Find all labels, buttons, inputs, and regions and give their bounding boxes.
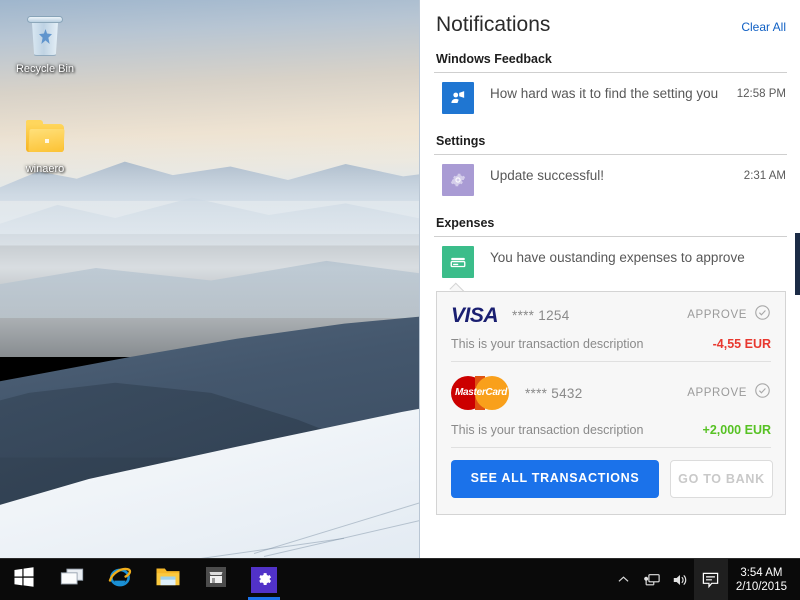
panel-scrollbar[interactable]	[795, 43, 800, 558]
card-mask: **** 5432	[525, 385, 583, 401]
transaction-header: MasterCard **** 5432 APPROVE	[451, 374, 771, 412]
desktop-icon-recycle-bin[interactable]: Recycle Bin	[6, 12, 84, 76]
card-pointer	[436, 282, 786, 302]
file-explorer-icon	[155, 565, 181, 594]
network-icon[interactable]	[638, 559, 666, 600]
action-center-panel: Notifications Clear All Windows Feedback…	[419, 0, 800, 558]
transaction-amount: -4,55 EUR	[712, 337, 771, 351]
notification-item-settings[interactable]: Update successful! 2:31 AM	[420, 155, 800, 207]
notification-time: 12:58 PM	[736, 88, 786, 100]
notification-time: 2:31 AM	[743, 170, 786, 182]
transaction-description: This is your transaction description	[451, 337, 644, 351]
check-circle-icon	[754, 304, 771, 326]
card-mask: **** 1254	[512, 307, 570, 323]
gear-icon	[251, 566, 277, 593]
mastercard-logo: MasterCard	[451, 374, 511, 412]
clock-time: 3:54 AM	[740, 566, 783, 579]
scrollbar-thumb[interactable]	[795, 233, 800, 295]
group-title-windows-feedback: Windows Feedback	[436, 52, 552, 66]
visa-logo: VISA	[451, 303, 499, 327]
transaction-header: VISA **** 1254 APPROVE	[451, 304, 771, 326]
notification-item-expenses[interactable]: You have oustanding expenses to approve	[420, 237, 800, 282]
approve-label: APPROVE	[687, 387, 747, 399]
go-to-bank-button[interactable]: GO TO BANK	[670, 460, 773, 498]
transaction-amount: +2,000 EUR	[702, 423, 771, 437]
store-button[interactable]	[192, 559, 240, 600]
internet-explorer-button[interactable]	[96, 559, 144, 600]
transaction-detail: This is your transaction description +2,…	[451, 423, 771, 437]
group-title-expenses: Expenses	[436, 216, 495, 230]
credit-card-icon	[442, 246, 474, 278]
notification-item-feedback[interactable]: How hard was it to find the setting you …	[420, 73, 800, 125]
check-circle-icon	[754, 382, 771, 404]
notification-text: You have oustanding expenses to approve	[490, 250, 745, 265]
mastercard-wordmark: MasterCard	[454, 387, 508, 398]
start-button[interactable]	[0, 559, 48, 600]
card-actions: SEE ALL TRANSACTIONS GO TO BANK	[437, 448, 785, 514]
transaction-description: This is your transaction description	[451, 423, 644, 437]
taskbar: 3:54 AM 2/10/2015	[0, 558, 800, 600]
transaction-row-mastercard[interactable]: MasterCard **** 5432 APPROVE This is you…	[437, 362, 785, 447]
task-view-button[interactable]	[48, 559, 96, 600]
see-all-transactions-button[interactable]: SEE ALL TRANSACTIONS	[451, 460, 659, 498]
approve-label: APPROVE	[687, 309, 747, 321]
recycle-bin-icon	[21, 12, 69, 60]
speaker-icon[interactable]	[666, 559, 694, 600]
desktop-icon-label: Recycle Bin	[15, 63, 75, 75]
system-tray: 3:54 AM 2/10/2015	[610, 559, 800, 600]
clock-date: 2/10/2015	[735, 580, 787, 593]
notification-text: Update successful!	[490, 168, 605, 183]
approve-button-mastercard[interactable]: APPROVE	[687, 382, 771, 404]
desktop-icon-winaero[interactable]: winaero	[6, 112, 84, 176]
file-explorer-button[interactable]	[144, 559, 192, 600]
approve-button-visa[interactable]: APPROVE	[687, 304, 771, 326]
feedback-icon	[442, 82, 474, 114]
group-title-settings: Settings	[436, 134, 486, 148]
page-title: Notifications	[436, 13, 551, 36]
show-hidden-icons-button[interactable]	[610, 559, 638, 600]
notification-text: How hard was it to find the setting you	[490, 86, 719, 101]
action-center-button[interactable]	[693, 559, 728, 600]
clock[interactable]: 3:54 AM 2/10/2015	[728, 559, 800, 600]
transaction-row-visa[interactable]: VISA **** 1254 APPROVE This is your tran…	[437, 292, 785, 361]
desktop-icon-label: winaero	[25, 163, 65, 175]
expense-card: VISA **** 1254 APPROVE This is your tran…	[436, 291, 786, 515]
internet-explorer-icon	[107, 564, 133, 595]
panel-header: Notifications Clear All	[420, 0, 800, 43]
windows-logo-icon	[13, 566, 35, 593]
screen: Recycle Bin winaero Notifications Clear …	[0, 0, 800, 600]
clear-all-button[interactable]: Clear All	[741, 20, 786, 34]
store-icon	[203, 564, 229, 595]
folder-icon	[21, 112, 69, 160]
settings-button[interactable]	[240, 559, 288, 600]
notification-list: Windows Feedback How hard was it to find…	[420, 43, 800, 558]
transaction-detail: This is your transaction description -4,…	[451, 337, 771, 351]
gear-icon	[442, 164, 474, 196]
snow-track	[143, 538, 345, 558]
task-view-icon	[59, 566, 85, 593]
